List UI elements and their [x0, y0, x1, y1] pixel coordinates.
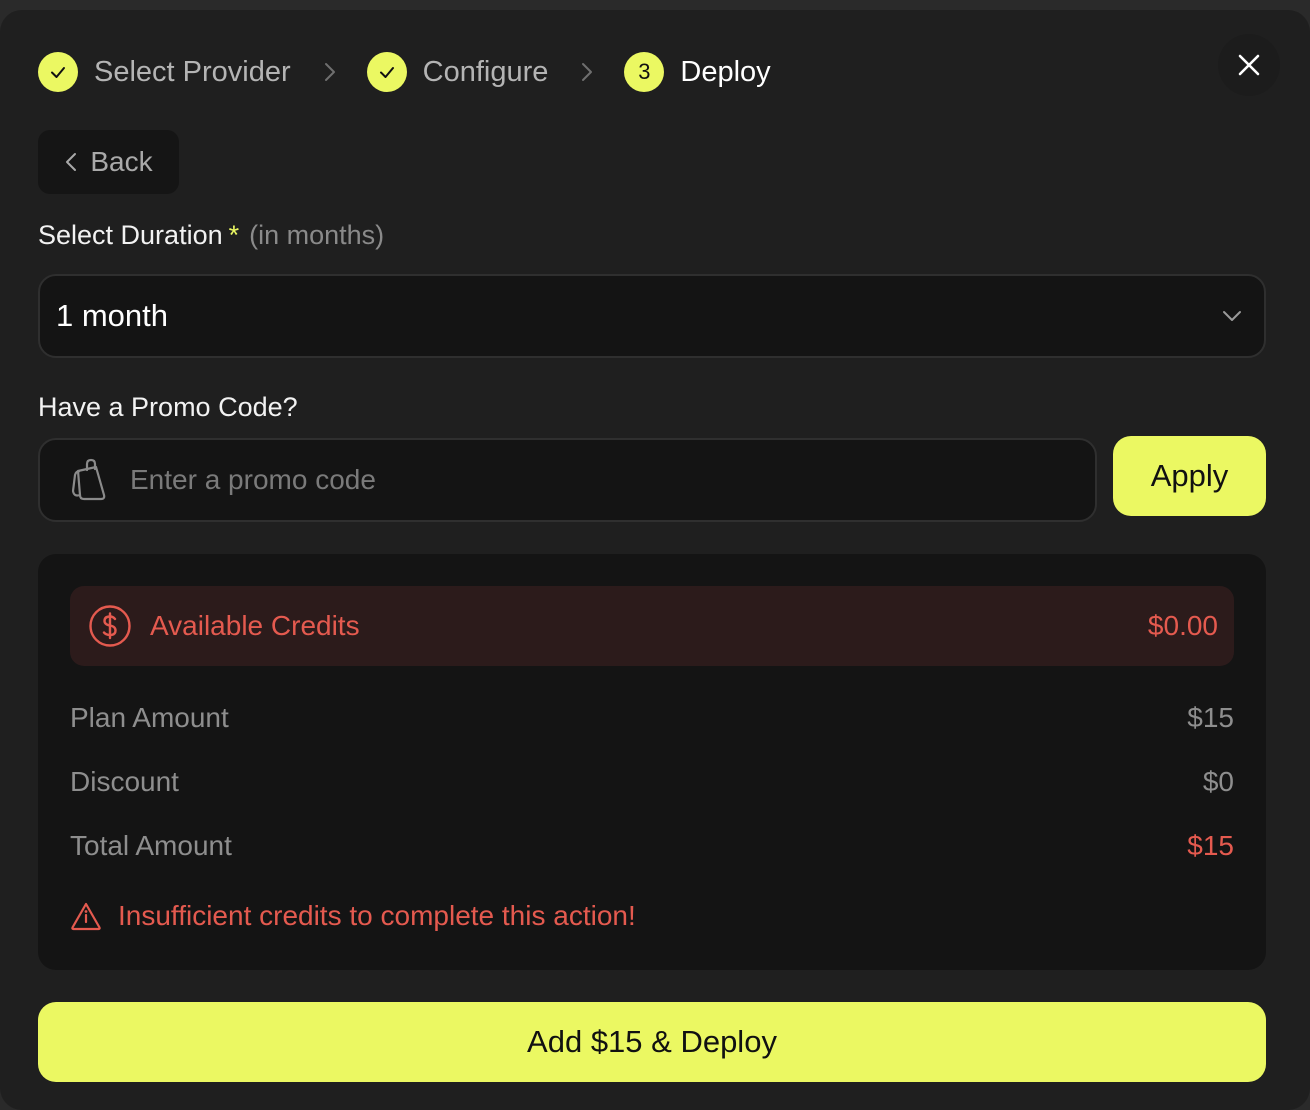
duration-label: Select Duration * (in months)	[38, 220, 384, 251]
back-button[interactable]: Back	[38, 130, 179, 194]
duration-select[interactable]: 1 month	[38, 274, 1266, 358]
discount-row: Discount $0	[70, 766, 1234, 798]
back-label: Back	[90, 146, 153, 177]
promo-label: Have a Promo Code?	[38, 392, 298, 422]
warning-icon	[71, 902, 101, 931]
chevron-right-icon	[323, 61, 337, 83]
step-configure[interactable]: Configure	[366, 52, 549, 92]
required-mark: *	[228, 220, 240, 250]
warning-text: Insufficient credits to complete this ac…	[118, 900, 636, 931]
step-label: Deploy	[680, 55, 771, 88]
add-credits-deploy-button[interactable]: Add $15 & Deploy	[38, 1002, 1266, 1082]
chevron-left-icon	[66, 153, 77, 171]
check-icon	[366, 52, 407, 92]
row-label: Plan Amount	[70, 702, 229, 733]
step-select-provider[interactable]: Select Provider	[38, 52, 291, 92]
step-label: Configure	[422, 55, 549, 88]
deploy-modal: Select Provider Configure 3 Deploy Back …	[0, 10, 1310, 1110]
tag-icon	[71, 458, 106, 501]
duration-hint: (in months)	[249, 220, 385, 250]
promo-code-input[interactable]	[130, 464, 1030, 496]
apply-button[interactable]: Apply	[1113, 436, 1266, 516]
row-value: $15	[1187, 830, 1234, 861]
row-label: Total Amount	[70, 830, 232, 861]
row-value: $15	[1187, 702, 1234, 733]
close-button[interactable]	[1218, 34, 1280, 96]
row-label: Discount	[70, 766, 179, 797]
step-label: Select Provider	[94, 55, 291, 88]
chevron-right-icon	[580, 61, 594, 83]
promo-code-field[interactable]	[38, 438, 1097, 522]
dollar-circle-icon	[89, 605, 131, 647]
row-value: $0	[1202, 766, 1234, 797]
credits-label: Available Credits	[150, 610, 360, 641]
payment-summary: Available Credits $0.00 Plan Amount $15 …	[38, 554, 1266, 970]
duration-label-text: Select Duration	[38, 220, 223, 250]
total-amount-row: Total Amount $15	[70, 830, 1234, 862]
step-number: 3	[624, 52, 665, 92]
check-icon	[38, 52, 78, 92]
duration-selected-value: 1 month	[56, 298, 169, 333]
insufficient-credits-warning: Insufficient credits to complete this ac…	[70, 900, 636, 932]
chevron-down-icon	[1223, 311, 1241, 321]
credits-value: $0.00	[1147, 610, 1218, 641]
step-deploy: 3 Deploy	[624, 52, 771, 92]
stepper: Select Provider Configure 3 Deploy	[38, 42, 771, 102]
plan-amount-row: Plan Amount $15	[70, 702, 1234, 734]
close-icon	[1238, 54, 1260, 76]
available-credits-row: Available Credits $0.00	[70, 586, 1234, 666]
